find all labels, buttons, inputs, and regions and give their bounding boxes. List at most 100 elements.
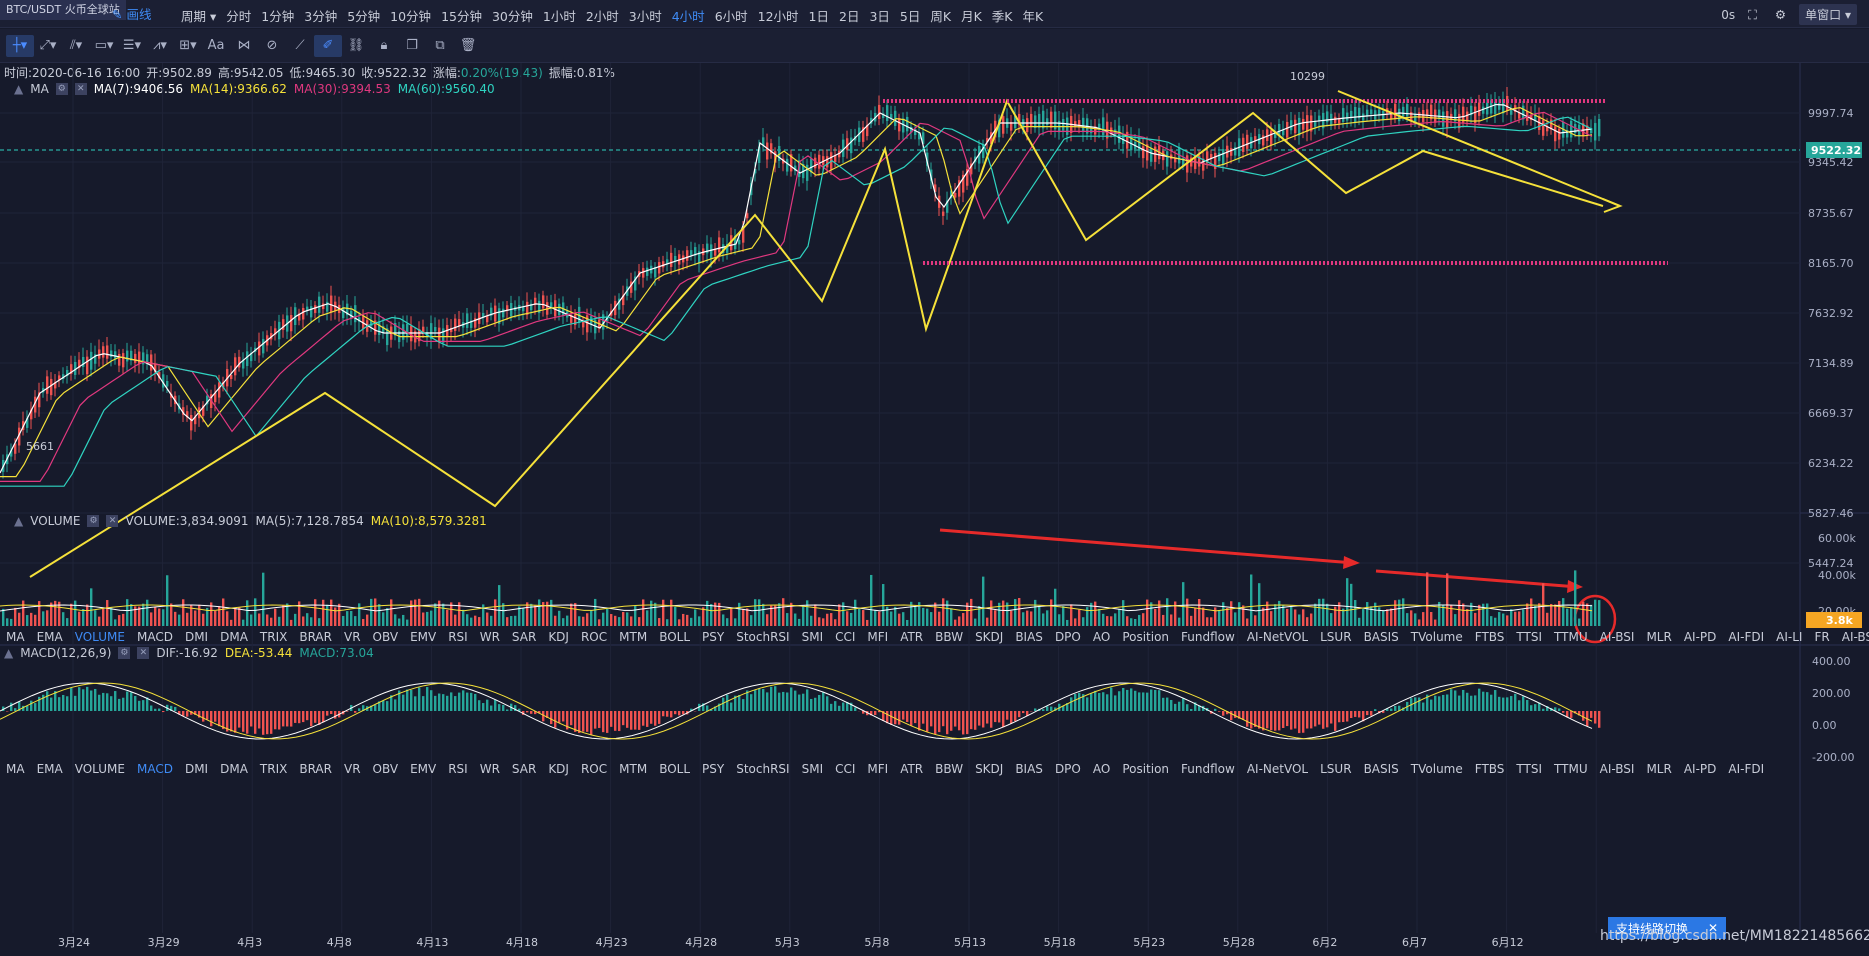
indicator-tab-brar[interactable]: BRAR	[293, 762, 338, 776]
indicator-tab-skdj[interactable]: SKDJ	[969, 762, 1009, 776]
indicator-tab-stochrsi[interactable]: StochRSI	[730, 630, 795, 644]
indicator-tab-ai-li[interactable]: AI-LI	[1770, 630, 1808, 644]
indicator-tab-dmi[interactable]: DMI	[179, 762, 214, 776]
indicator-tab-ema[interactable]: EMA	[31, 630, 69, 644]
collapse-icon[interactable]: ▲	[14, 514, 23, 528]
indicator-tab-fundflow[interactable]: Fundflow	[1175, 630, 1241, 644]
trend-line-icon[interactable]: ⤢▾	[34, 35, 62, 57]
period-dropdown[interactable]: 周期 ▾	[176, 6, 221, 25]
indicator-tab-ai-bst[interactable]: AI-BST	[1836, 630, 1869, 644]
indicator-tab-emv[interactable]: EMV	[404, 630, 442, 644]
text-icon[interactable]: Aa	[202, 35, 230, 57]
indicator-tab-smi[interactable]: SMI	[796, 630, 830, 644]
indicator-tab-ttsi[interactable]: TTSI	[1510, 630, 1548, 644]
indicator-tab-dma[interactable]: DMA	[214, 762, 254, 776]
indicator-tab-ema[interactable]: EMA	[31, 762, 69, 776]
period-2[interactable]: 3分钟	[299, 6, 342, 25]
period-0[interactable]: 分时	[221, 6, 256, 25]
indicator-tab-sar[interactable]: SAR	[506, 762, 542, 776]
pen-icon[interactable]: ✐	[314, 34, 342, 57]
indicator-tab-lsur[interactable]: LSUR	[1314, 762, 1357, 776]
period-20[interactable]: 年K	[1017, 6, 1048, 25]
period-15[interactable]: 3日	[864, 6, 894, 25]
period-8[interactable]: 2小时	[581, 6, 624, 25]
indicator-tab-cci[interactable]: CCI	[829, 762, 861, 776]
window-mode-select[interactable]: 单窗口 ▾	[1799, 4, 1857, 25]
indicator-tab-bbw[interactable]: BBW	[929, 762, 969, 776]
indicator-tab-wr[interactable]: WR	[474, 762, 506, 776]
indicator-tab-cci[interactable]: CCI	[829, 630, 861, 644]
settings-icon[interactable]: ⚙	[1770, 7, 1791, 22]
indicator-tab-brar[interactable]: BRAR	[293, 630, 338, 644]
indicator-tab-ai-netvol[interactable]: AI-NetVOL	[1241, 630, 1314, 644]
channel-icon[interactable]: ⫽▾	[62, 35, 90, 57]
indicator-tab-rsi[interactable]: RSI	[442, 630, 474, 644]
gear-icon[interactable]: ⚙	[87, 515, 100, 527]
indicator-tab-atr[interactable]: ATR	[894, 630, 929, 644]
indicator-tab-kdj[interactable]: KDJ	[542, 762, 575, 776]
indicator-tab-atr[interactable]: ATR	[894, 762, 929, 776]
indicator-tab-bias[interactable]: BIAS	[1009, 630, 1049, 644]
indicator-tab-lsur[interactable]: LSUR	[1314, 630, 1357, 644]
period-4[interactable]: 10分钟	[385, 6, 436, 25]
indicator-tab-vr[interactable]: VR	[338, 630, 367, 644]
trash-icon[interactable]: 🗑︎	[454, 35, 482, 57]
indicator-tab-bbw[interactable]: BBW	[929, 630, 969, 644]
indicator-tab-ao[interactable]: AO	[1087, 762, 1116, 776]
indicator-tab-mtm[interactable]: MTM	[613, 762, 653, 776]
indicator-tab-ao[interactable]: AO	[1087, 630, 1116, 644]
indicator-tab-mfi[interactable]: MFI	[861, 762, 894, 776]
draw-tool-button[interactable]: ✎ 画线	[112, 4, 151, 23]
close-icon[interactable]: ✕	[137, 647, 150, 659]
screenshot-icon[interactable]: ⧉	[426, 35, 454, 57]
period-7[interactable]: 1小时	[538, 6, 581, 25]
lock-icon[interactable]: 🔒︎	[370, 35, 398, 57]
indicator-tab-ttmu[interactable]: TTMU	[1548, 762, 1594, 776]
period-16[interactable]: 5日	[895, 6, 925, 25]
indicator-tab-smi[interactable]: SMI	[796, 762, 830, 776]
indicator-tab-obv[interactable]: OBV	[367, 762, 405, 776]
indicator-tab-sar[interactable]: SAR	[506, 630, 542, 644]
indicator-tab-psy[interactable]: PSY	[696, 762, 730, 776]
indicator-tab-mlr[interactable]: MLR	[1640, 762, 1677, 776]
indicator-tab-ftbs[interactable]: FTBS	[1469, 630, 1511, 644]
fullscreen-icon[interactable]: ⛶	[1743, 7, 1762, 23]
period-1[interactable]: 1分钟	[256, 6, 299, 25]
indicator-tab-ttsi[interactable]: TTSI	[1510, 762, 1548, 776]
indicator-tab-ai-bsi[interactable]: AI-BSI	[1594, 762, 1641, 776]
indicator-tab-psy[interactable]: PSY	[696, 630, 730, 644]
indicator-tab-bias[interactable]: BIAS	[1009, 762, 1049, 776]
rectangle-icon[interactable]: ▭▾	[90, 35, 118, 57]
close-icon[interactable]: ✕	[106, 515, 119, 527]
indicator-tab-position[interactable]: Position	[1116, 762, 1175, 776]
indicator-tab-basis[interactable]: BASIS	[1358, 630, 1405, 644]
indicator-tab-ai-fdi[interactable]: AI-FDI	[1722, 762, 1770, 776]
indicator-tab-mlr[interactable]: MLR	[1640, 630, 1677, 644]
indicator-tab-roc[interactable]: ROC	[575, 762, 613, 776]
period-17[interactable]: 周K	[925, 6, 956, 25]
gear-icon[interactable]: ⚙	[118, 647, 131, 659]
period-3[interactable]: 5分钟	[342, 6, 385, 25]
period-9[interactable]: 3小时	[624, 6, 667, 25]
magnet-icon[interactable]: ⋈	[230, 35, 258, 57]
indicator-tab-volume[interactable]: VOLUME	[69, 630, 131, 644]
symbol-title[interactable]: BTC/USDT 火币全球站	[0, 0, 126, 20]
indicator-tab-fr[interactable]: FR	[1808, 630, 1835, 644]
measure-icon[interactable]: ⊞▾	[174, 35, 202, 57]
period-13[interactable]: 1日	[804, 6, 834, 25]
indicator-tab-tvolume[interactable]: TVolume	[1405, 762, 1469, 776]
period-5[interactable]: 15分钟	[436, 6, 487, 25]
chain-icon[interactable]: ⛓	[342, 35, 370, 57]
fibonacci-icon[interactable]: ☰▾	[118, 35, 146, 57]
copy-icon[interactable]: ❐	[398, 35, 426, 57]
indicator-tab-volume[interactable]: VOLUME	[69, 762, 131, 776]
indicator-tab-wr[interactable]: WR	[474, 630, 506, 644]
hide-icon[interactable]: ⊘	[258, 35, 286, 57]
indicator-tab-tvolume[interactable]: TVolume	[1405, 630, 1469, 644]
wave-icon[interactable]: ⩘▾	[146, 35, 174, 57]
indicator-tab-dpo[interactable]: DPO	[1049, 630, 1087, 644]
period-6[interactable]: 30分钟	[487, 6, 538, 25]
indicator-tab-ai-netvol[interactable]: AI-NetVOL	[1241, 762, 1314, 776]
indicator-tab-mfi[interactable]: MFI	[861, 630, 894, 644]
period-18[interactable]: 月K	[956, 6, 987, 25]
